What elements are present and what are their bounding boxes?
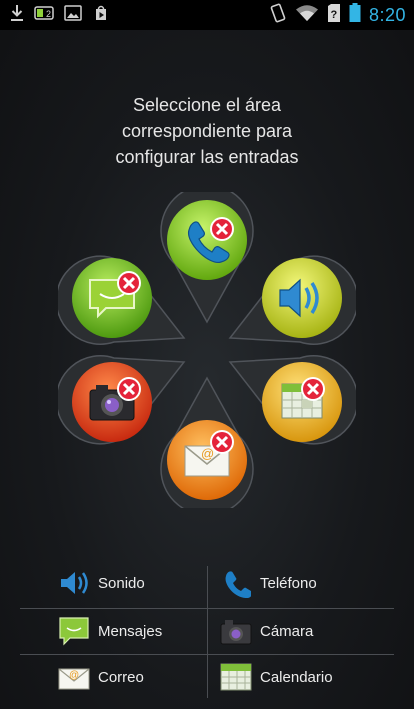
- remove-badge-icon: [301, 377, 325, 401]
- legend: Sonido Teléfono Mensajes Cámara @ Correo…: [20, 560, 394, 698]
- wifi-icon: [295, 4, 319, 27]
- legend-item-sonido: Sonido: [58, 560, 145, 606]
- status-clock: 8:20: [368, 4, 406, 25]
- message-icon: [58, 615, 90, 647]
- download-icon: [10, 4, 24, 27]
- calendar-icon: [220, 661, 252, 693]
- legend-row: Mensajes Cámara: [20, 608, 394, 654]
- legend-label-correo: Correo: [98, 668, 144, 686]
- legend-label-sonido: Sonido: [98, 574, 145, 592]
- status-bar: 2 ? 8:20: [0, 0, 414, 30]
- remove-badge-icon: [210, 430, 234, 454]
- svg-text:2: 2: [46, 9, 51, 19]
- legend-row: @ Correo Calendario: [20, 654, 394, 700]
- legend-item-correo: @ Correo: [58, 654, 144, 700]
- legend-item-mensajes: Mensajes: [58, 608, 162, 654]
- play-store-icon: [92, 4, 110, 27]
- instruction-line-2: correspondiente para: [121, 121, 293, 141]
- legend-item-camara: Cámara: [220, 608, 313, 654]
- instruction-line-1: Seleccione el área: [132, 95, 282, 115]
- speaker-icon: [58, 567, 90, 599]
- petal-sonido[interactable]: [224, 246, 356, 352]
- legend-item-telefono: Teléfono: [220, 560, 317, 606]
- remove-badge-icon: [210, 217, 234, 241]
- camera-icon: [220, 615, 252, 647]
- legend-label-telefono: Teléfono: [260, 574, 317, 592]
- legend-label-mensajes: Mensajes: [98, 622, 163, 640]
- svg-text:@: @: [69, 670, 79, 681]
- remove-badge-icon: [117, 271, 141, 295]
- instruction-text: Seleccione el área correspondiente para …: [60, 92, 354, 170]
- battery-icon: [349, 2, 361, 28]
- instruction-line-3: configurar las entradas: [115, 147, 299, 167]
- phone-icon: [220, 567, 252, 599]
- battery-saver-icon: 2: [34, 5, 54, 25]
- sim-icon: ?: [327, 3, 341, 28]
- legend-label-calendario: Calendario: [260, 668, 333, 686]
- remove-badge-icon: [117, 377, 141, 401]
- legend-label-camara: Cámara: [260, 622, 314, 640]
- mail-icon: @: [58, 661, 90, 693]
- petal-camara[interactable]: [58, 348, 190, 454]
- legend-row: Sonido Teléfono: [20, 560, 394, 606]
- vibrate-icon: [269, 3, 287, 28]
- legend-item-calendario: Calendario: [220, 654, 333, 700]
- gallery-icon: [64, 4, 82, 26]
- svg-text:?: ?: [330, 9, 337, 21]
- petal-mensajes[interactable]: [58, 246, 190, 352]
